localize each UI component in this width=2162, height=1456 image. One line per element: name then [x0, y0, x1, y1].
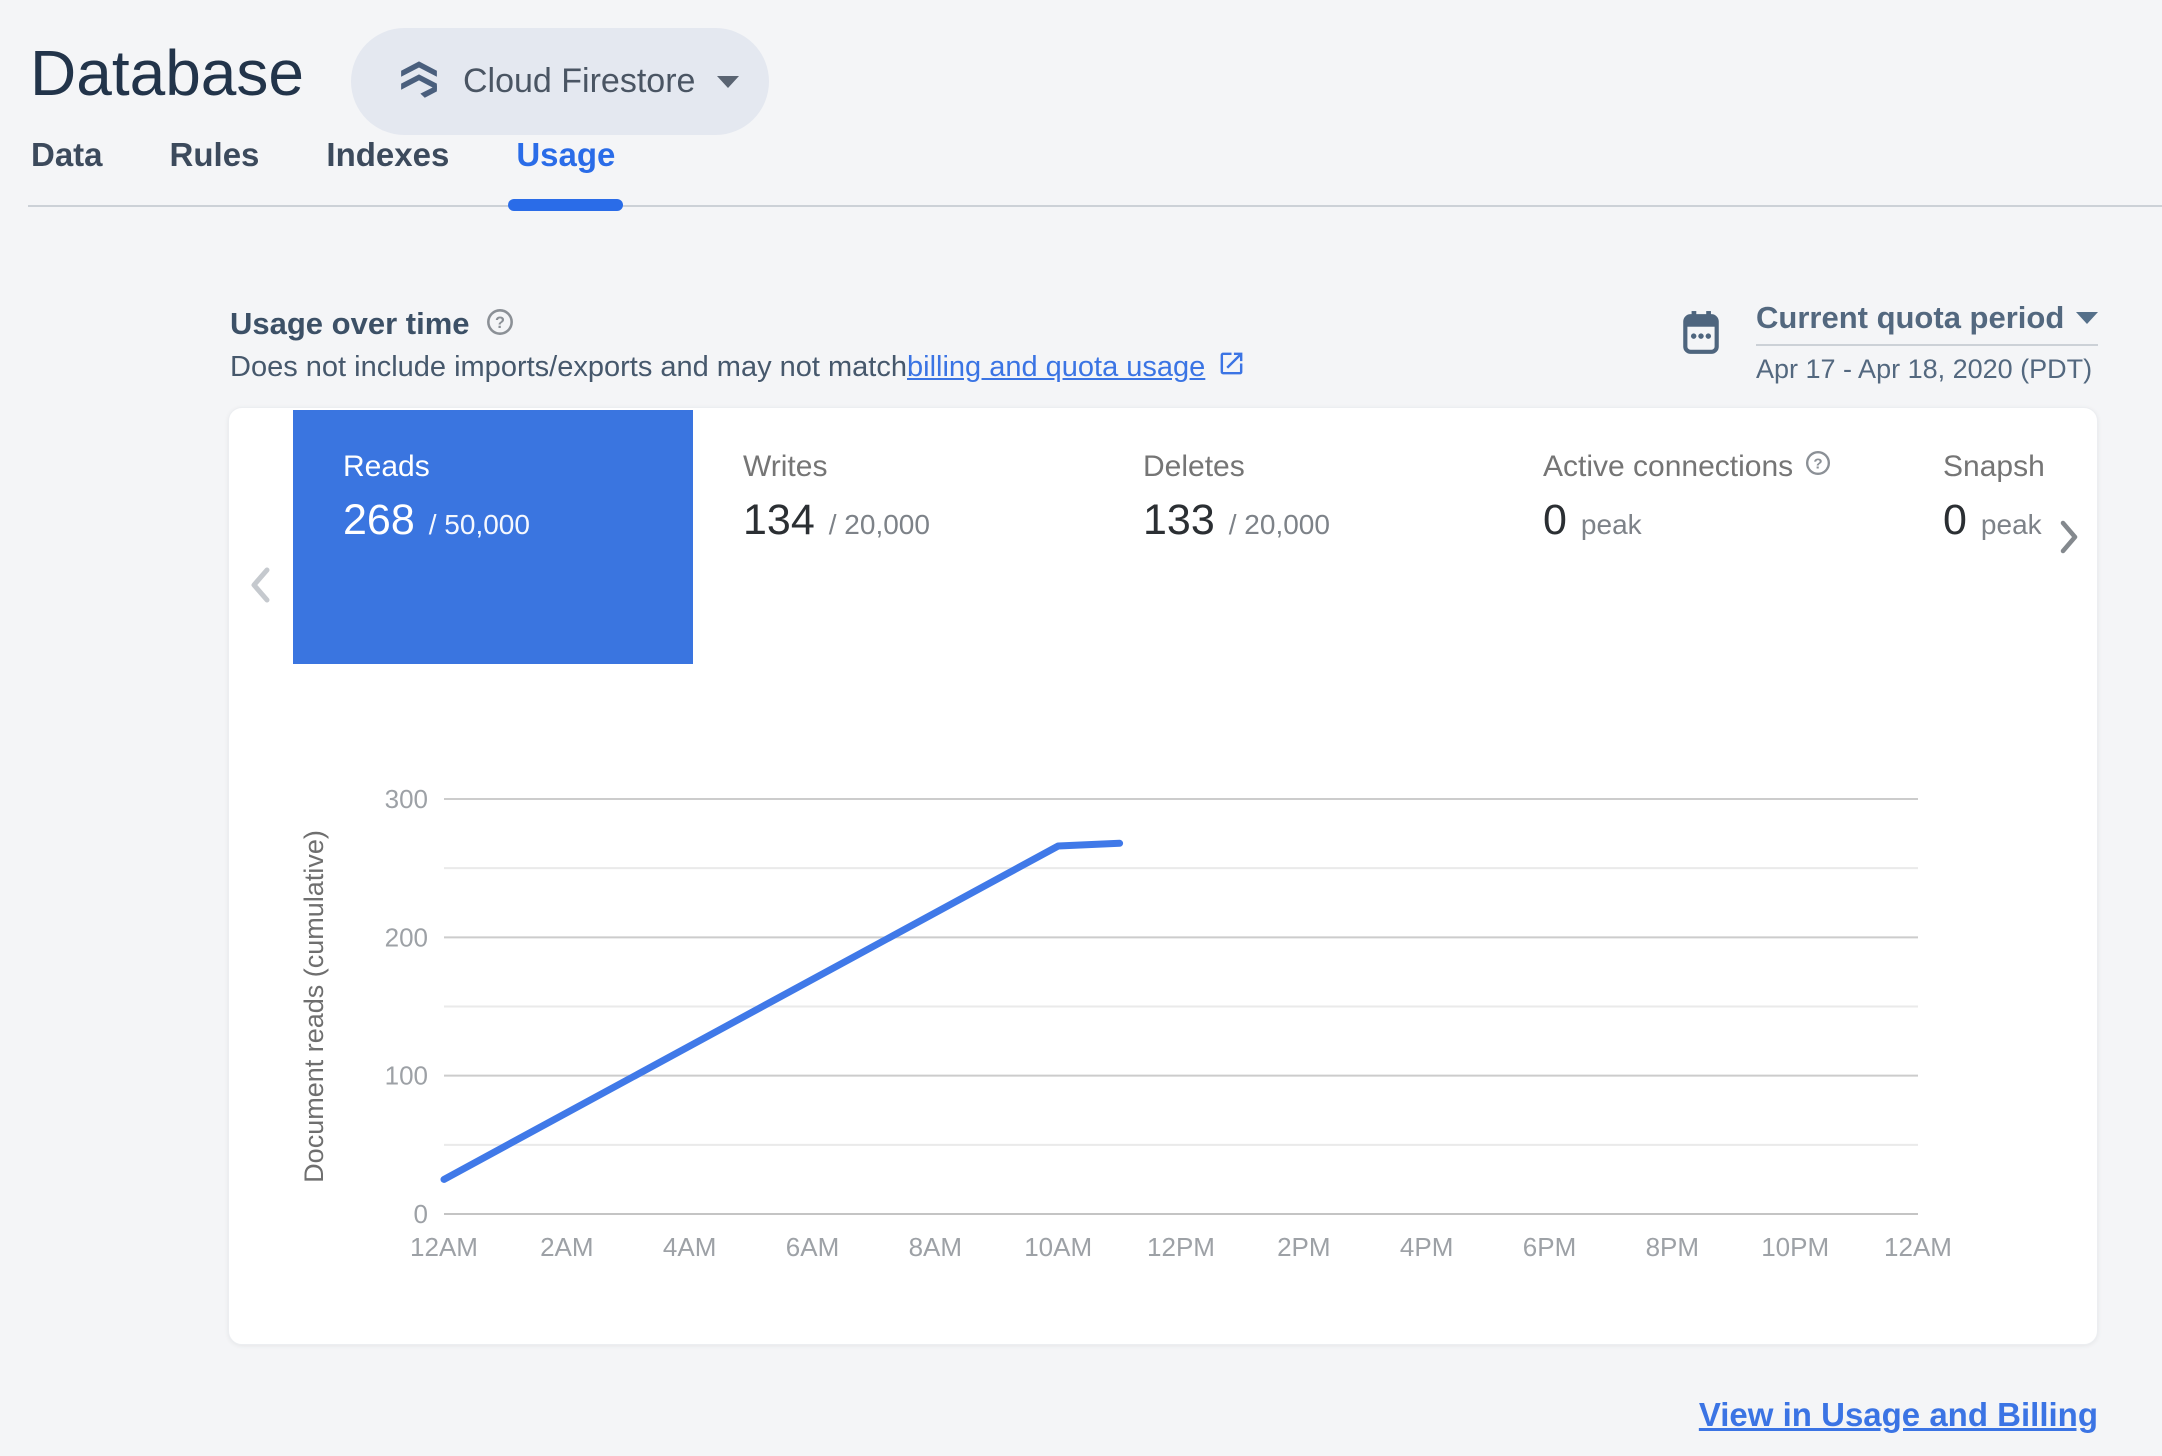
svg-text:?: ? [495, 313, 505, 331]
usage-card: Reads 268 / 50,000 Writes 134 / 20,000 D… [228, 407, 2098, 1345]
open-in-new-icon[interactable] [1217, 349, 1246, 386]
metric-denominator: / 20,000 [828, 509, 930, 540]
svg-text:8AM: 8AM [909, 1232, 962, 1262]
metric-label: Writes [743, 450, 828, 483]
metric-value: 133 [1143, 496, 1215, 544]
help-icon[interactable]: ? [486, 308, 514, 341]
usage-over-time-heading: Usage over time ? [230, 306, 514, 342]
metric-tile-deletes[interactable]: Deletes 133 / 20,000 [1093, 410, 1493, 664]
metric-denominator: / 20,000 [1228, 509, 1330, 540]
svg-text:300: 300 [385, 784, 428, 814]
svg-text:100: 100 [385, 1061, 428, 1091]
carousel-prev-button[interactable] [249, 566, 271, 609]
metric-tile-writes[interactable]: Writes 134 / 20,000 [693, 410, 1093, 664]
chevron-down-icon [717, 75, 740, 88]
quota-divider [1756, 344, 2098, 346]
help-icon[interactable]: ? [1805, 450, 1831, 484]
metric-value: 134 [743, 496, 815, 544]
metric-tile-reads[interactable]: Reads 268 / 50,000 [293, 410, 693, 664]
metric-label: Reads [343, 450, 430, 483]
svg-text:2PM: 2PM [1277, 1232, 1330, 1262]
metric-value: 0 [1943, 496, 1967, 544]
svg-text:2AM: 2AM [540, 1232, 593, 1262]
carousel-next-button[interactable] [2059, 519, 2079, 560]
active-tab-indicator [508, 199, 624, 211]
product-selector-label: Cloud Firestore [463, 62, 696, 100]
svg-text:4AM: 4AM [663, 1232, 716, 1262]
svg-text:12AM: 12AM [410, 1232, 478, 1262]
metric-denominator: / 50,000 [428, 509, 530, 540]
chevron-down-icon [2076, 312, 2098, 324]
svg-text:6PM: 6PM [1523, 1232, 1576, 1262]
view-usage-billing-link[interactable]: View in Usage and Billing [1699, 1396, 2098, 1434]
metric-label: Deletes [1143, 450, 1245, 483]
firestore-usage-page: { "header": { "title": "Database", "prod… [0, 0, 2162, 1456]
metric-tile-active-connections[interactable]: Active connections ? 0 peak [1493, 410, 1893, 664]
tab-data[interactable]: Data [31, 136, 103, 208]
quota-period-range: Apr 17 - Apr 18, 2020 (PDT) [1756, 354, 2093, 384]
tab-usage[interactable]: Usage [508, 136, 624, 211]
svg-text:8PM: 8PM [1646, 1232, 1699, 1262]
svg-text:6AM: 6AM [786, 1232, 839, 1262]
svg-text:12PM: 12PM [1147, 1232, 1215, 1262]
usage-subtitle-text: Does not include imports/exports and may… [230, 351, 907, 383]
quota-period-selector: Current quota period Apr 17 - Apr 18, 20… [1756, 300, 2098, 385]
quota-period-dropdown[interactable]: Current quota period [1756, 300, 2098, 336]
svg-text:12AM: 12AM [1884, 1232, 1952, 1262]
product-selector[interactable]: Cloud Firestore [351, 28, 770, 135]
metric-value: 268 [343, 496, 415, 544]
metric-tile-snapshot-listeners[interactable]: Snapshot listeners 0 peak [1893, 410, 2046, 664]
svg-text:10PM: 10PM [1761, 1232, 1829, 1262]
metric-label: Active connections ? [1543, 450, 1893, 484]
svg-text:10AM: 10AM [1024, 1232, 1092, 1262]
billing-quota-link[interactable]: billing and quota usage [907, 351, 1205, 384]
metric-label: Snapshot listeners [1943, 450, 2046, 483]
quota-period-label: Current quota period [1756, 300, 2065, 335]
usage-over-time-title: Usage over time [230, 306, 470, 341]
svg-text:Document reads (cumulative): Document reads (cumulative) [299, 830, 329, 1183]
page-title: Database [30, 37, 304, 109]
tabbar: Data Rules Indexes Usage [31, 136, 624, 211]
firestore-icon [397, 57, 441, 106]
svg-text:?: ? [1814, 455, 1823, 472]
svg-text:200: 200 [385, 922, 428, 952]
metric-denominator: peak [1580, 509, 1642, 540]
usage-subtitle: Does not include imports/exports and may… [230, 349, 1246, 386]
metric-tiles: Reads 268 / 50,000 Writes 134 / 20,000 D… [293, 410, 2046, 666]
metric-value: 0 [1543, 496, 1567, 544]
usage-chart: 0 100 200 300 12AM 2AM 4AM 6AM 8AM 10AM 12PM 2PM 4PM… [299, 784, 1952, 1262]
metric-denominator: peak [1980, 509, 2042, 540]
calendar-icon [1682, 310, 1720, 361]
svg-text:0: 0 [414, 1199, 428, 1229]
tab-rules[interactable]: Rules [170, 136, 260, 208]
svg-text:4PM: 4PM [1400, 1232, 1453, 1262]
tab-indexes[interactable]: Indexes [326, 136, 449, 208]
